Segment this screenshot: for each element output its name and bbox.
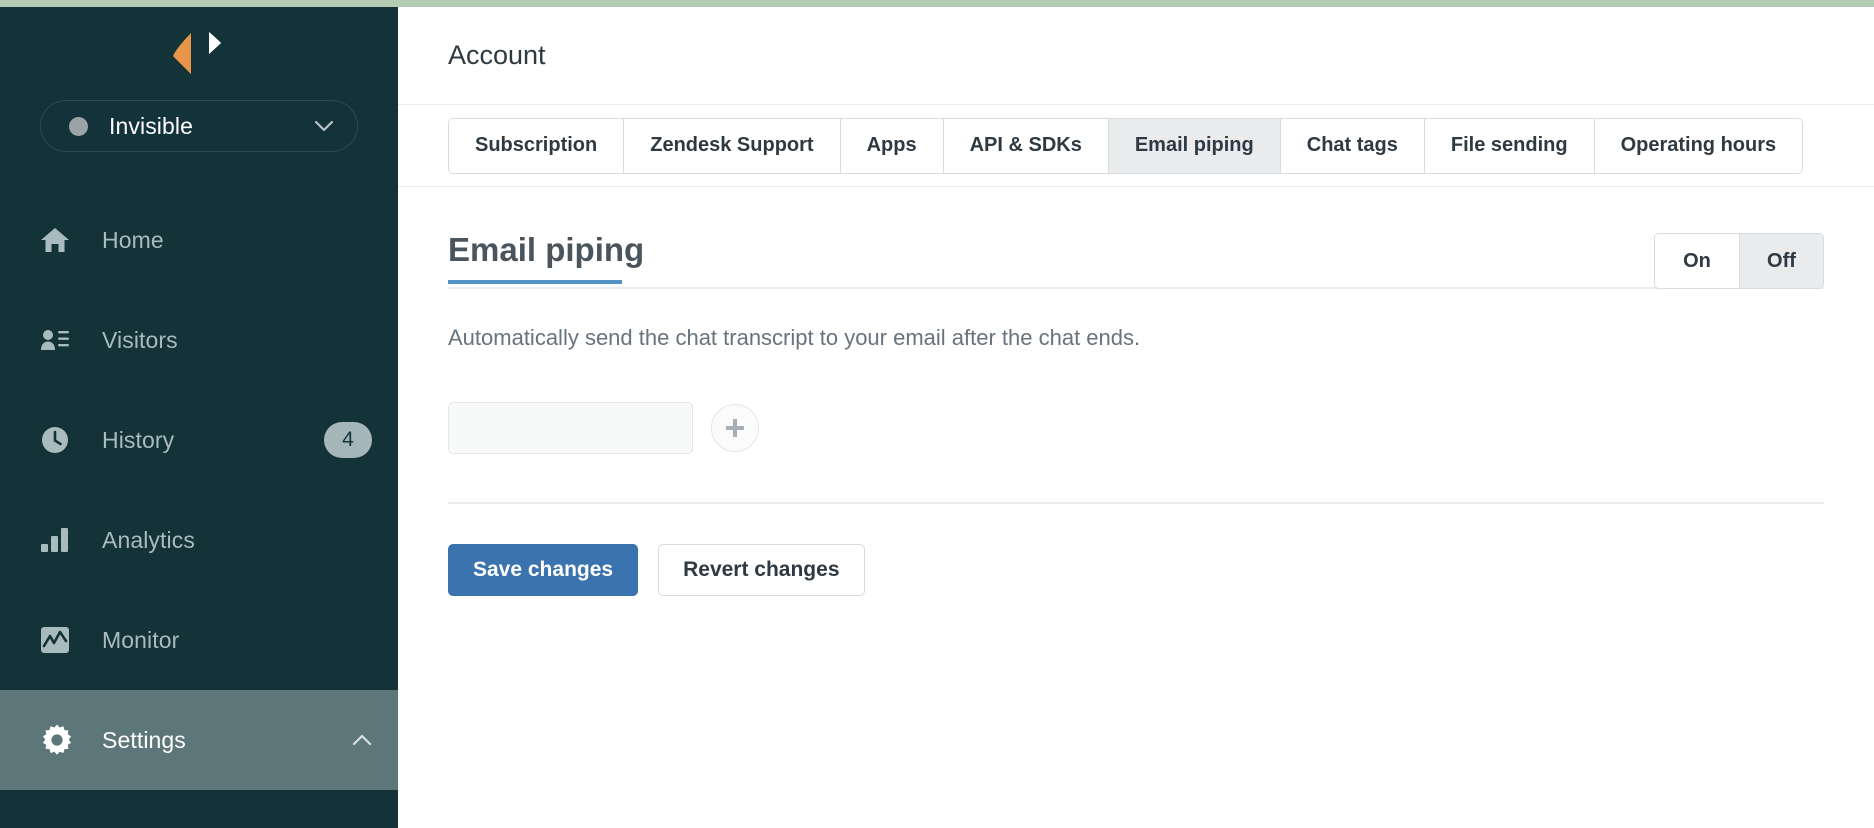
visitors-icon (40, 328, 76, 352)
sidebar-item-settings[interactable]: Settings (0, 690, 398, 790)
sidebar-item-label: Visitors (102, 326, 178, 353)
tab-apps[interactable]: Apps (840, 118, 944, 173)
chevron-down-icon (315, 120, 333, 131)
tab-group: Subscription Zendesk Support Apps API & … (448, 117, 1804, 174)
plus-icon (726, 418, 744, 437)
sidebar-item-label: Home (102, 226, 164, 253)
tab-email-piping[interactable]: Email piping (1108, 118, 1281, 173)
status-badge: 4 (324, 422, 372, 458)
sidebar-item-analytics[interactable]: Analytics (0, 490, 398, 590)
content-divider (448, 501, 1824, 504)
page-title: Account (448, 40, 546, 70)
tab-subscription[interactable]: Subscription (449, 118, 625, 173)
page-header: Account (398, 7, 1874, 105)
tab-file-sending[interactable]: File sending (1424, 118, 1595, 173)
save-button[interactable]: Save changes (448, 543, 639, 596)
tab-operating-hours[interactable]: Operating hours (1594, 118, 1803, 173)
section-title-wrap: Email piping (448, 229, 645, 285)
email-entry-row (448, 401, 1824, 454)
clock-icon (40, 425, 76, 455)
sidebar-nav: Home Visitors History 4 Analytics Monito… (0, 190, 398, 790)
sidebar-item-history[interactable]: History 4 (0, 390, 398, 490)
revert-button[interactable]: Revert changes (658, 543, 865, 596)
main-content: Account Subscription Zendesk Support App… (398, 0, 1874, 828)
logo-diamond-orange-icon (173, 31, 221, 74)
gear-icon (40, 723, 76, 757)
title-underline (448, 280, 622, 285)
top-accent-strip (0, 0, 1874, 7)
tab-api-sdks[interactable]: API & SDKs (943, 118, 1109, 173)
sidebar-item-label: Settings (102, 726, 186, 753)
sidebar-item-monitor[interactable]: Monitor (0, 590, 398, 690)
status-selector[interactable]: Invisible (40, 100, 358, 152)
home-icon (40, 226, 76, 254)
settings-panel: Email piping On Off Automatically send t… (398, 187, 1874, 828)
sidebar-item-visitors[interactable]: Visitors (0, 290, 398, 390)
status-dot-icon (69, 116, 88, 136)
email-input[interactable] (448, 401, 693, 454)
sidebar: Invisible Home Visitors History 4 Analyt… (0, 0, 398, 828)
section-description: Automatically send the chat transcript t… (448, 325, 1141, 350)
sidebar-item-label: History (102, 426, 175, 453)
sidebar-item-label: Monitor (102, 626, 180, 653)
toggle-on-button[interactable]: On (1655, 234, 1739, 288)
section-rule (448, 287, 1824, 289)
app-root: Invisible Home Visitors History 4 Analyt… (0, 0, 1874, 828)
email-piping-toggle: On Off (1654, 233, 1824, 289)
sidebar-item-home[interactable]: Home (0, 190, 398, 290)
app-logo[interactable] (0, 7, 398, 100)
tab-bar: Subscription Zendesk Support Apps API & … (398, 105, 1874, 187)
tab-zendesk-support[interactable]: Zendesk Support (624, 118, 841, 173)
add-email-button[interactable] (711, 403, 759, 452)
bar-chart-icon (40, 527, 76, 553)
chevron-up-icon (352, 734, 372, 746)
monitor-icon (40, 625, 76, 655)
sidebar-item-label: Analytics (102, 526, 195, 553)
action-buttons: Save changes Revert changes (448, 543, 1824, 596)
toggle-off-button[interactable]: Off (1739, 234, 1823, 288)
section-header: Email piping On Off (448, 229, 1824, 289)
tab-chat-tags[interactable]: Chat tags (1280, 118, 1425, 173)
section-title: Email piping (448, 231, 645, 268)
status-label: Invisible (109, 112, 193, 139)
